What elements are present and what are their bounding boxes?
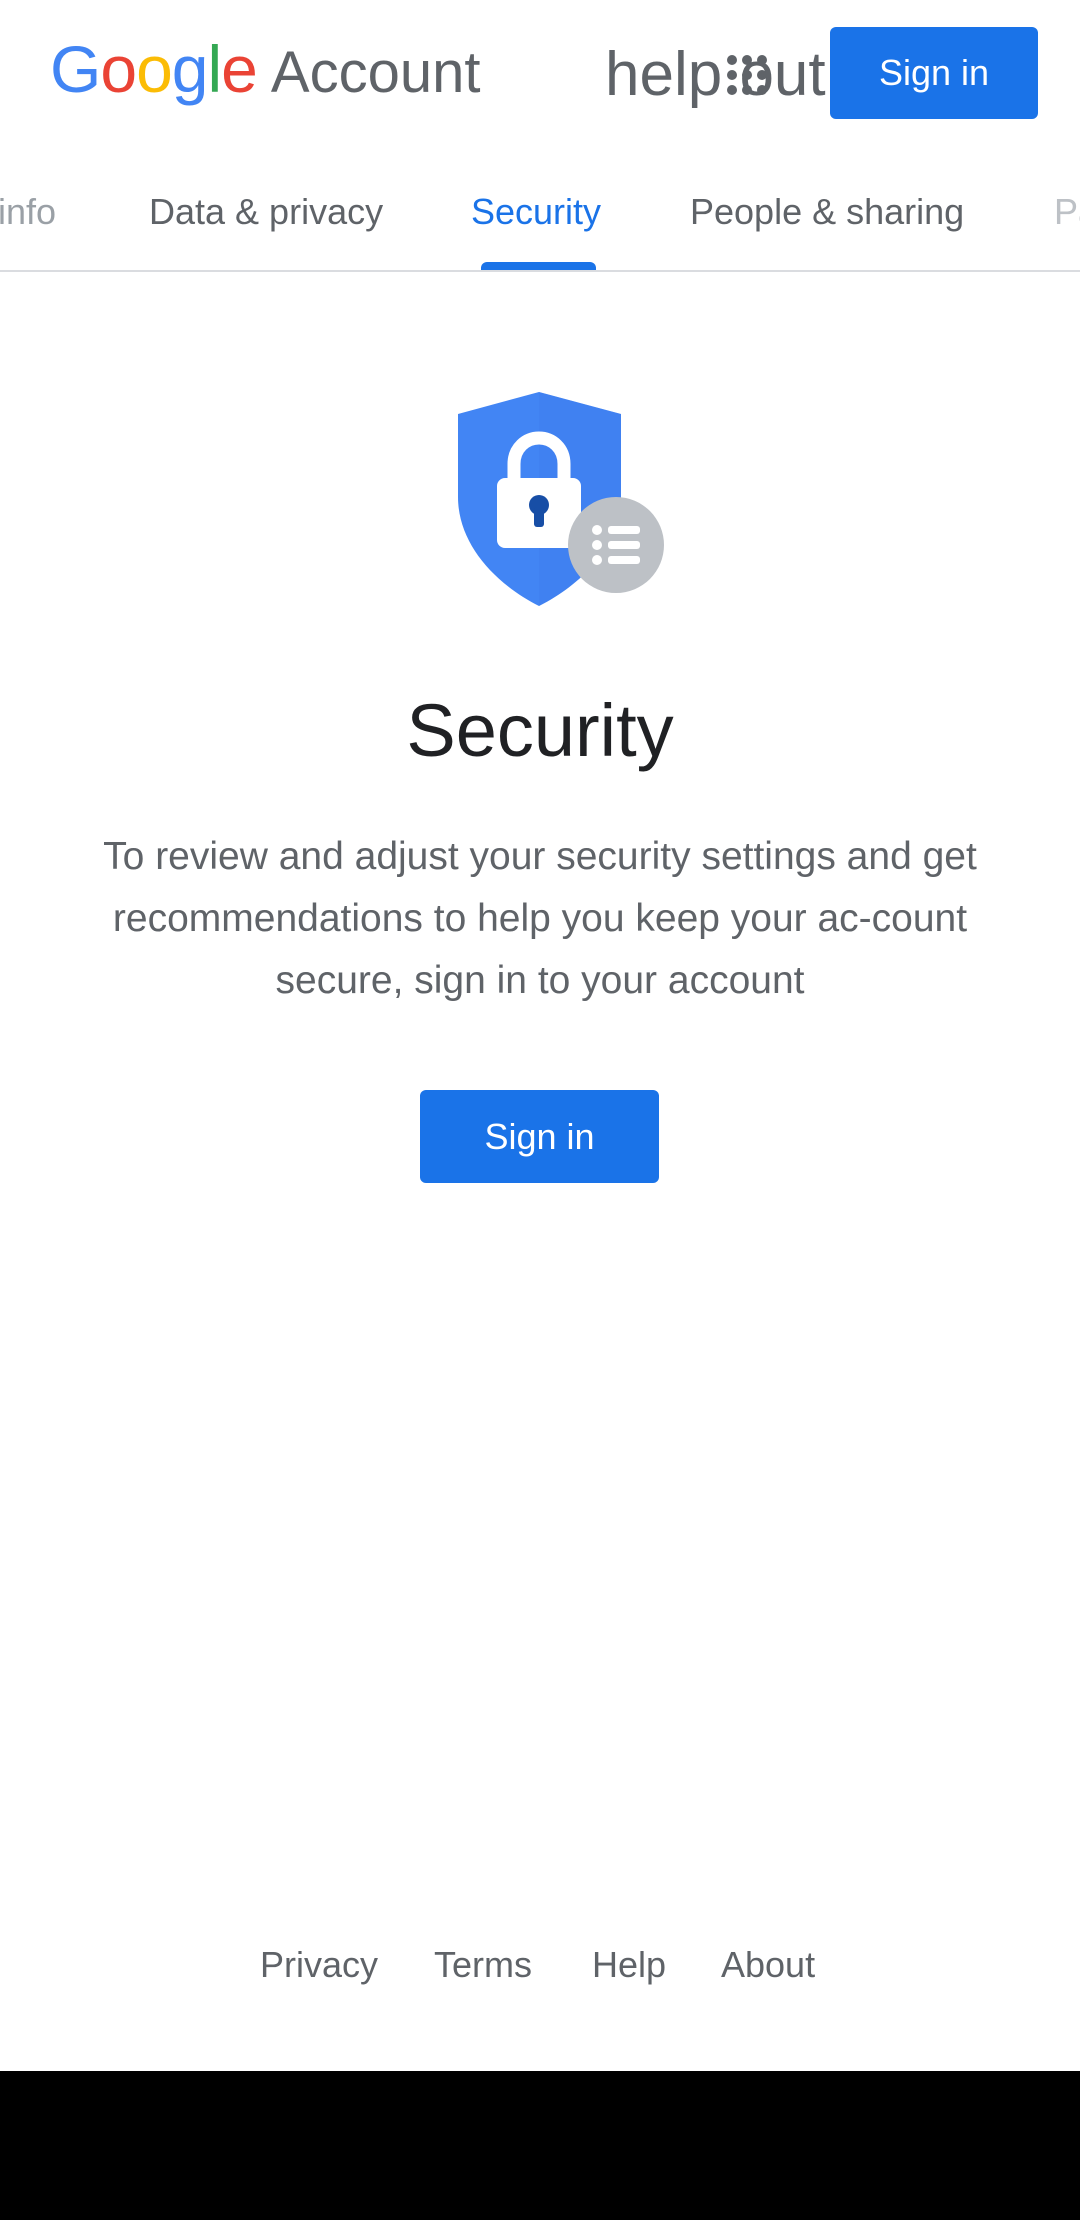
tab-bar: info Data & privacy Security People & sh… — [0, 150, 1080, 272]
shield-lock-icon — [458, 392, 664, 606]
help-text: help out — [605, 40, 826, 109]
footer-link-about[interactable]: About — [721, 1940, 815, 1990]
tab-security[interactable]: Security — [471, 194, 601, 230]
logo-letter: o — [136, 32, 173, 106]
logo-account-label: Account — [270, 40, 481, 105]
tab-personal-info[interactable]: info — [0, 194, 56, 230]
tab-payments[interactable]: Pa — [1054, 194, 1080, 230]
sign-in-button[interactable]: Sign in — [420, 1090, 659, 1183]
page-description: To review and adjust your security setti… — [103, 835, 977, 1002]
page: Google Account help out Sign in info Dat… — [0, 0, 1080, 2220]
footer-link-privacy[interactable]: Privacy — [260, 1940, 378, 1990]
logo-letter: e — [221, 32, 258, 106]
google-account-logo[interactable]: Google Account — [50, 36, 480, 116]
header: Google Account help out Sign in — [0, 0, 1080, 150]
page-title: Security — [406, 689, 674, 772]
active-tab-indicator — [481, 262, 596, 270]
footer-link-terms[interactable]: Terms — [434, 1940, 532, 1990]
tab-data-privacy[interactable]: Data & privacy — [149, 194, 383, 230]
logo-letter: g — [171, 32, 209, 106]
footer: Privacy Terms Help About — [0, 1940, 1080, 1990]
tab-people-sharing[interactable]: People & sharing — [690, 194, 964, 230]
google-wordmark: Google — [50, 32, 258, 106]
system-navigation-bar — [0, 2071, 1080, 2220]
logo-letter: l — [207, 32, 223, 106]
header-sign-in-button[interactable]: Sign in — [830, 27, 1038, 119]
footer-link-help[interactable]: Help — [592, 1940, 666, 1990]
logo-letter: G — [50, 32, 101, 106]
logo-letter: o — [100, 32, 137, 106]
apps-grid-icon[interactable] — [724, 52, 770, 106]
